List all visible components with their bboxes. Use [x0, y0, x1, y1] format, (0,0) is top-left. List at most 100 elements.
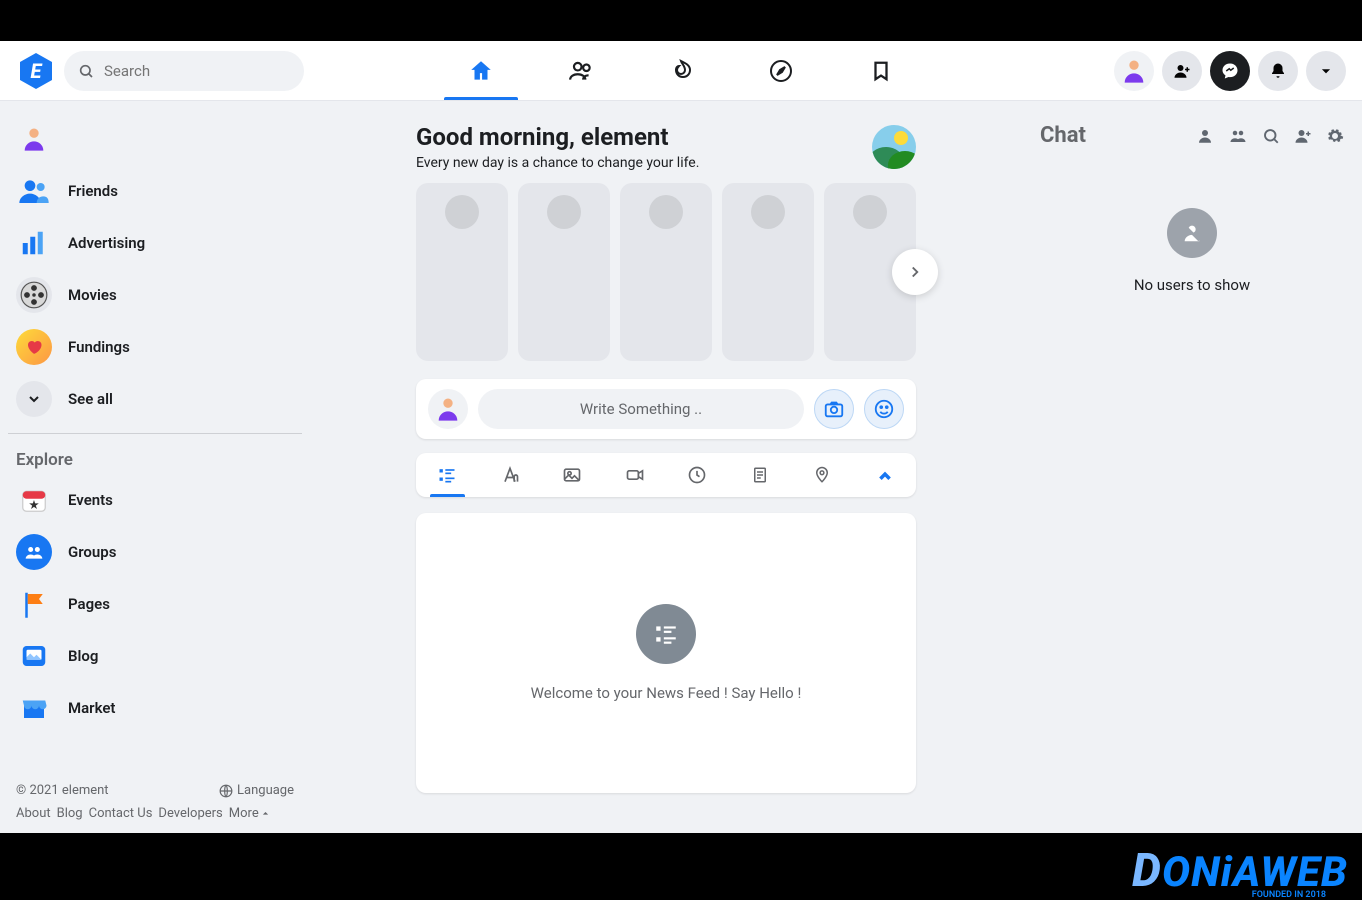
copyright: © 2021 element [16, 783, 109, 798]
footer-links: About Blog Contact Us Developers More [16, 806, 294, 821]
tab-location[interactable] [791, 453, 854, 497]
app-logo[interactable]: E [16, 51, 56, 91]
caret-up-icon [261, 809, 270, 818]
story-placeholder[interactable] [620, 183, 712, 361]
footer-developers[interactable]: Developers [158, 806, 222, 821]
sidebar-label: Market [68, 699, 115, 717]
tab-file[interactable] [729, 453, 792, 497]
nav-home[interactable] [431, 41, 531, 100]
nav-explore[interactable] [731, 41, 831, 100]
header-nav [431, 41, 931, 100]
chat-search-icon[interactable] [1262, 127, 1280, 145]
tab-text[interactable] [479, 453, 542, 497]
sidebar-label: Friends [68, 182, 118, 200]
greeting-title: Good morning, element [416, 123, 699, 151]
sidebar-pages[interactable]: Pages [8, 578, 302, 630]
chat-empty-text: No users to show [1134, 276, 1250, 294]
sidebar-events[interactable]: ★ Events [8, 474, 302, 526]
footer-blog[interactable]: Blog [57, 806, 83, 821]
empty-feed: Welcome to your News Feed ! Say Hello ! [416, 513, 916, 793]
weather-icon [872, 125, 916, 169]
sidebar-label: Pages [68, 595, 110, 613]
sidebar-see-all[interactable]: See all [8, 373, 302, 425]
composer-emoji-button[interactable] [864, 389, 904, 429]
composer-avatar[interactable] [428, 389, 468, 429]
chat-actions [1196, 127, 1344, 145]
sidebar-market[interactable]: Market [8, 682, 302, 734]
menu-dropdown[interactable] [1306, 51, 1346, 91]
sidebar-groups[interactable]: Groups [8, 526, 302, 578]
nav-friends[interactable] [531, 41, 631, 100]
footer-contact[interactable]: Contact Us [89, 806, 153, 821]
main: Good morning, element Every new day is a… [310, 101, 1022, 833]
friend-request-button[interactable] [1162, 51, 1202, 91]
language-button[interactable]: Language [219, 783, 294, 798]
story-placeholder[interactable] [518, 183, 610, 361]
sidebar-blog[interactable]: Blog [8, 630, 302, 682]
explore-heading: Explore [8, 442, 302, 474]
greeting-subtitle: Every new day is a chance to change your… [416, 155, 699, 171]
calendar-icon: ★ [16, 482, 52, 518]
chat-contacts-icon[interactable] [1196, 127, 1214, 145]
tab-video[interactable] [604, 453, 667, 497]
header-left: E [16, 51, 316, 91]
chat-settings-icon[interactable] [1326, 127, 1344, 145]
composer-camera-button[interactable] [814, 389, 854, 429]
store-icon [16, 690, 52, 726]
tab-collapse[interactable] [854, 453, 917, 497]
flag-icon [16, 586, 52, 622]
watermark: D ONiAWEB FOUNDED IN 2018 [1132, 844, 1348, 898]
chat-add-icon[interactable] [1294, 127, 1312, 145]
image-icon [16, 638, 52, 674]
chevron-down-icon [16, 381, 52, 417]
story-placeholder[interactable] [722, 183, 814, 361]
groups-icon [16, 534, 52, 570]
stories-next-button[interactable] [892, 249, 938, 295]
header-avatar[interactable] [1114, 51, 1154, 91]
notifications-button[interactable] [1258, 51, 1298, 91]
sidebar-label: Advertising [68, 234, 145, 252]
tab-list[interactable] [416, 453, 479, 497]
messages-button[interactable] [1210, 51, 1250, 91]
sidebar-movies[interactable]: Movies [8, 269, 302, 321]
film-reel-icon [16, 277, 52, 313]
nav-trending[interactable] [631, 41, 731, 100]
chat-header: Chat [1040, 123, 1344, 148]
sidebar-label: Groups [68, 543, 116, 561]
chat-title: Chat [1040, 123, 1086, 148]
svg-text:E: E [31, 59, 43, 83]
chat-groups-icon[interactable] [1228, 127, 1248, 145]
sidebar-label: Fundings [68, 338, 130, 356]
footer-about[interactable]: About [16, 806, 51, 821]
post-tabs [416, 453, 916, 497]
chat-panel: Chat No users to show [1022, 101, 1362, 833]
content: Friends Advertising Movies Fundings [0, 101, 1362, 833]
friends-icon [16, 173, 52, 209]
sidebar-label: Blog [68, 647, 98, 665]
header: E [0, 41, 1362, 101]
sidebar: Friends Advertising Movies Fundings [0, 101, 310, 833]
globe-icon [219, 784, 233, 798]
nav-saved[interactable] [831, 41, 931, 100]
composer-input[interactable]: Write Something .. [478, 389, 804, 429]
stories-row [416, 183, 916, 361]
tab-audio[interactable] [666, 453, 729, 497]
svg-text:★: ★ [28, 498, 39, 513]
story-placeholder[interactable] [416, 183, 508, 361]
greeting: Good morning, element Every new day is a… [416, 123, 916, 171]
sidebar-advertising[interactable]: Advertising [8, 217, 302, 269]
user-slash-icon [1167, 208, 1217, 258]
sidebar-footer: © 2021 element Language About Blog Conta… [8, 779, 302, 825]
footer-more[interactable]: More [229, 806, 270, 821]
sidebar-label: See all [68, 390, 113, 408]
tab-photo[interactable] [541, 453, 604, 497]
sidebar-profile[interactable] [8, 113, 302, 165]
divider [8, 433, 302, 434]
news-icon [636, 604, 696, 664]
feed: Good morning, element Every new day is a… [416, 123, 916, 833]
search-input[interactable] [64, 51, 304, 91]
chat-empty: No users to show [1040, 208, 1344, 294]
sidebar-friends[interactable]: Friends [8, 165, 302, 217]
composer: Write Something .. [416, 379, 916, 439]
sidebar-fundings[interactable]: Fundings [8, 321, 302, 373]
